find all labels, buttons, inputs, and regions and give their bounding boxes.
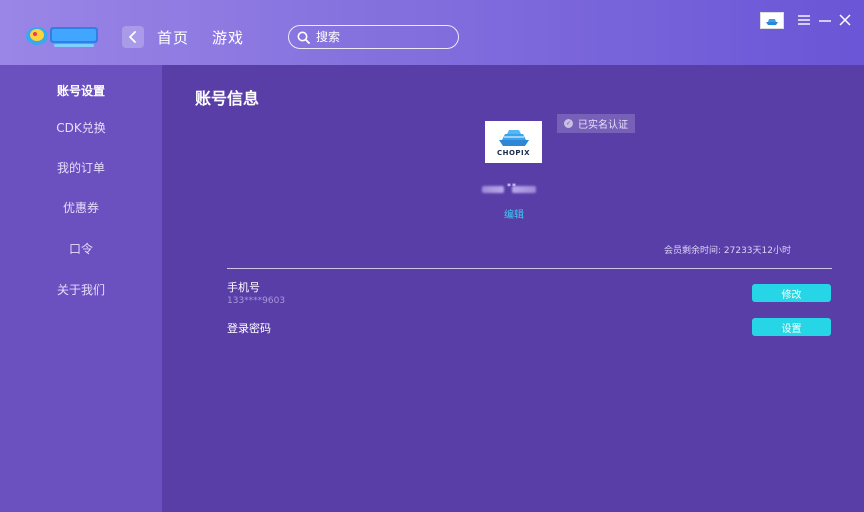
sidebar-item-about-us[interactable]: 关于我们 [0, 281, 162, 298]
minimize-icon [819, 20, 831, 22]
chevron-left-icon [129, 31, 136, 43]
page-title: 账号信息 [195, 89, 260, 108]
search-bar[interactable] [288, 25, 459, 49]
sidebar-item-account-settings[interactable]: 账号设置 [0, 82, 162, 99]
nav-home[interactable]: 首页 [157, 27, 189, 48]
sidebar: 账号设置 CDK兑换 我的订单 优惠券 口令 关于我们 [0, 65, 162, 512]
username-blur-left [482, 186, 504, 193]
main-panel: 账号信息 CHOPIX ✓ 已实名认证 ** 编辑 会员剩余时间: 27233天… [162, 65, 864, 512]
avatar-brand-text: CHOPIX [496, 148, 531, 157]
modify-phone-button[interactable]: 修改 [752, 284, 831, 302]
close-button[interactable] [837, 12, 853, 28]
ship-logo-icon [498, 129, 529, 146]
username-blur-right [512, 186, 536, 193]
edit-profile-link[interactable]: 编辑 [504, 206, 524, 221]
sidebar-item-cdk-exchange[interactable]: CDK兑换 [0, 119, 162, 136]
username: ** [482, 182, 546, 194]
ship-icon [766, 18, 778, 25]
sidebar-item-my-orders[interactable]: 我的订单 [0, 159, 162, 176]
login-password-label: 登录密码 [227, 322, 271, 335]
nav-game[interactable]: 游戏 [212, 27, 244, 48]
back-button[interactable] [122, 26, 144, 48]
verified-badge-label: 已实名认证 [578, 120, 628, 131]
sidebar-item-coupons[interactable]: 优惠券 [0, 199, 162, 216]
sidebar-item-password-code[interactable]: 口令 [0, 240, 162, 257]
search-input[interactable] [316, 30, 446, 44]
search-icon [297, 31, 310, 44]
set-password-button[interactable]: 设置 [752, 318, 831, 336]
verified-badge: ✓ 已实名认证 [557, 114, 635, 133]
phone-label: 手机号 [227, 281, 260, 294]
section-divider [227, 268, 832, 269]
top-bar: 首页 游戏 [0, 0, 864, 65]
profile-avatar[interactable]: CHOPIX [485, 121, 542, 163]
close-icon [839, 14, 851, 26]
membership-remaining-time: 会员剩余时间: 27233天12小时 [664, 246, 791, 256]
app-logo [26, 27, 98, 47]
minimize-button[interactable] [817, 12, 833, 28]
menu-button[interactable] [796, 12, 812, 28]
phone-value: 133****9603 [227, 296, 286, 306]
user-avatar[interactable] [760, 12, 784, 29]
hamburger-icon [798, 15, 810, 25]
verified-icon: ✓ [564, 119, 573, 128]
